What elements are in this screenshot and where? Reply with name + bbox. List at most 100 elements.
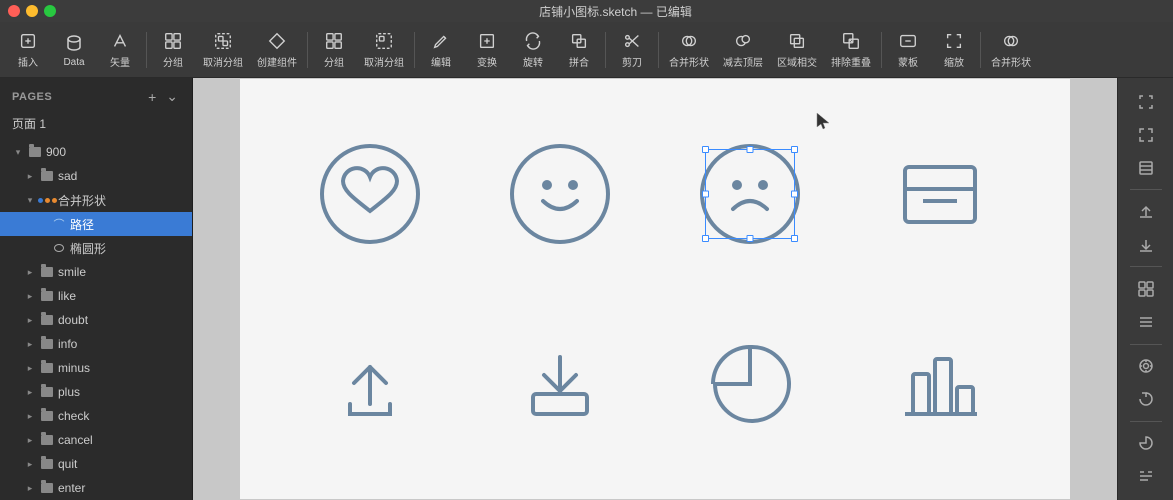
icon-heart[interactable] — [280, 104, 460, 284]
folder-icon — [40, 169, 54, 183]
download-button[interactable] — [1128, 229, 1164, 260]
chevron-down-icon: ▾ — [12, 146, 24, 158]
titlebar: 店铺小图标.sketch — 已编辑 — [0, 0, 1173, 22]
layer-enter[interactable]: ▸ enter — [0, 476, 192, 500]
toolbar-combine[interactable]: 拼合 — [557, 27, 601, 73]
main-area: PAGES + ⌄ 页面 1 ▾ 900 ▸ — [0, 78, 1173, 500]
toolbar-scissors[interactable]: 剪刀 — [610, 27, 654, 73]
toolbar-edit[interactable]: 编辑 — [419, 27, 463, 73]
chevron-right-icon: ▸ — [24, 434, 36, 446]
chevron-right-icon: ▸ — [24, 170, 36, 182]
layer-check[interactable]: ▸ check — [0, 404, 192, 428]
layers-button[interactable] — [1128, 152, 1164, 183]
chevron-right-icon: ▸ — [24, 314, 36, 326]
refresh-button[interactable] — [1128, 384, 1164, 415]
folder-icon — [40, 481, 54, 495]
layer-sad-label: sad — [58, 169, 77, 183]
layer-quit[interactable]: ▸ quit — [0, 452, 192, 476]
toolbar-mask[interactable]: 蒙板 — [886, 27, 930, 73]
grid-button[interactable] — [1128, 273, 1164, 304]
zoom-to-fit-button[interactable] — [1128, 119, 1164, 150]
chevron-right-icon: ▸ — [24, 386, 36, 398]
maximize-button[interactable] — [44, 5, 56, 17]
close-button[interactable] — [8, 5, 20, 17]
sel-handle-br — [791, 235, 798, 242]
spacer — [36, 242, 48, 254]
more-button[interactable] — [1128, 461, 1164, 492]
toolbar-merge2[interactable]: 合并形状 — [985, 27, 1037, 73]
icons-grid — [260, 84, 1050, 494]
toolbar-ungroup[interactable]: 取消分组 — [197, 27, 249, 73]
chevron-right-icon: ▸ — [24, 482, 36, 494]
layer-minus[interactable]: ▸ minus — [0, 356, 192, 380]
icon-sad[interactable] — [660, 104, 840, 284]
layer-quit-label: quit — [58, 457, 77, 471]
folder-icon — [40, 385, 54, 399]
layer-merge-shape[interactable]: ▾ 合并形状 — [0, 188, 192, 212]
settings-button[interactable] — [1128, 351, 1164, 382]
sel-handle-bm — [747, 235, 754, 242]
icon-smile[interactable] — [470, 104, 650, 284]
toolbar-dedup[interactable]: 排除重叠 — [825, 27, 877, 73]
icon-box[interactable] — [850, 104, 1030, 284]
toolbar-ungroup2[interactable]: 取消分组 — [358, 27, 410, 73]
toolbar-transform[interactable]: 变换 — [465, 27, 509, 73]
toolbar-subtract[interactable]: 减去顶层 — [717, 27, 769, 73]
layer-900[interactable]: ▾ 900 — [0, 140, 192, 164]
spacer — [36, 218, 48, 230]
chevron-right-icon: ▸ — [24, 266, 36, 278]
canvas-area[interactable] — [193, 78, 1117, 500]
fit-view-button[interactable] — [1128, 86, 1164, 117]
toolbar-intersect[interactable]: 区域相交 — [771, 27, 823, 73]
pages-actions: + ⌄ — [146, 86, 180, 107]
icon-bar-chart[interactable] — [850, 294, 1030, 474]
pie-chart-button[interactable] — [1128, 428, 1164, 459]
sel-handle-bl — [702, 235, 709, 242]
folder-icon — [40, 457, 54, 471]
icon-download[interactable] — [470, 294, 650, 474]
toolbar-component[interactable]: 创建组件 — [251, 27, 303, 73]
layer-path[interactable]: ⌒ 路径 — [0, 212, 192, 236]
page-1-label: 页面 1 — [12, 115, 46, 132]
icon-pie-chart[interactable] — [660, 294, 840, 474]
layer-smile[interactable]: ▸ smile — [0, 260, 192, 284]
layer-plus[interactable]: ▸ plus — [0, 380, 192, 404]
toolbar-rotate[interactable]: 旋转 — [511, 27, 555, 73]
toolbar-vector[interactable]: 矢量 — [98, 27, 142, 73]
toolbar-insert[interactable]: 插入 — [6, 27, 50, 73]
sel-handle-mr — [791, 191, 798, 198]
layer-doubt-label: doubt — [58, 313, 88, 327]
pages-menu-button[interactable]: ⌄ — [164, 86, 180, 107]
chevron-right-icon: ▸ — [24, 458, 36, 470]
minimize-button[interactable] — [26, 5, 38, 17]
toolbar-data[interactable]: Data — [52, 27, 96, 73]
layer-smile-label: smile — [58, 265, 86, 279]
toolbar: 插入 Data 矢量 分组 取消分组 — [0, 22, 1173, 78]
toolbar-group[interactable]: 分组 — [151, 27, 195, 73]
list-button[interactable] — [1128, 307, 1164, 338]
sel-handle-tm — [747, 146, 754, 153]
layer-plus-label: plus — [58, 385, 80, 399]
layer-tree: ▾ 900 ▸ sad ▾ — [0, 140, 192, 500]
sel-handle-ml — [702, 191, 709, 198]
layer-doubt[interactable]: ▸ doubt — [0, 308, 192, 332]
folder-icon — [40, 313, 54, 327]
folder-icon — [40, 289, 54, 303]
layer-oval[interactable]: 椭圆形 — [0, 236, 192, 260]
layer-like[interactable]: ▸ like — [0, 284, 192, 308]
toolbar-zoom[interactable]: 缩放 — [932, 27, 976, 73]
page-1-item[interactable]: 页面 1 — [0, 111, 192, 136]
layer-like-label: like — [58, 289, 76, 303]
layer-info[interactable]: ▸ info — [0, 332, 192, 356]
layer-enter-label: enter — [58, 481, 85, 495]
rp-separator3 — [1130, 344, 1162, 345]
add-page-button[interactable]: + — [146, 87, 158, 107]
layer-sad[interactable]: ▸ sad — [0, 164, 192, 188]
upload-button[interactable] — [1128, 196, 1164, 227]
icon-upload[interactable] — [280, 294, 460, 474]
sidebar: PAGES + ⌄ 页面 1 ▾ 900 ▸ — [0, 78, 193, 500]
toolbar-merge[interactable]: 合并形状 — [663, 27, 715, 73]
rp-separator1 — [1130, 189, 1162, 190]
layer-cancel[interactable]: ▸ cancel — [0, 428, 192, 452]
toolbar-group2[interactable]: 分组 — [312, 27, 356, 73]
